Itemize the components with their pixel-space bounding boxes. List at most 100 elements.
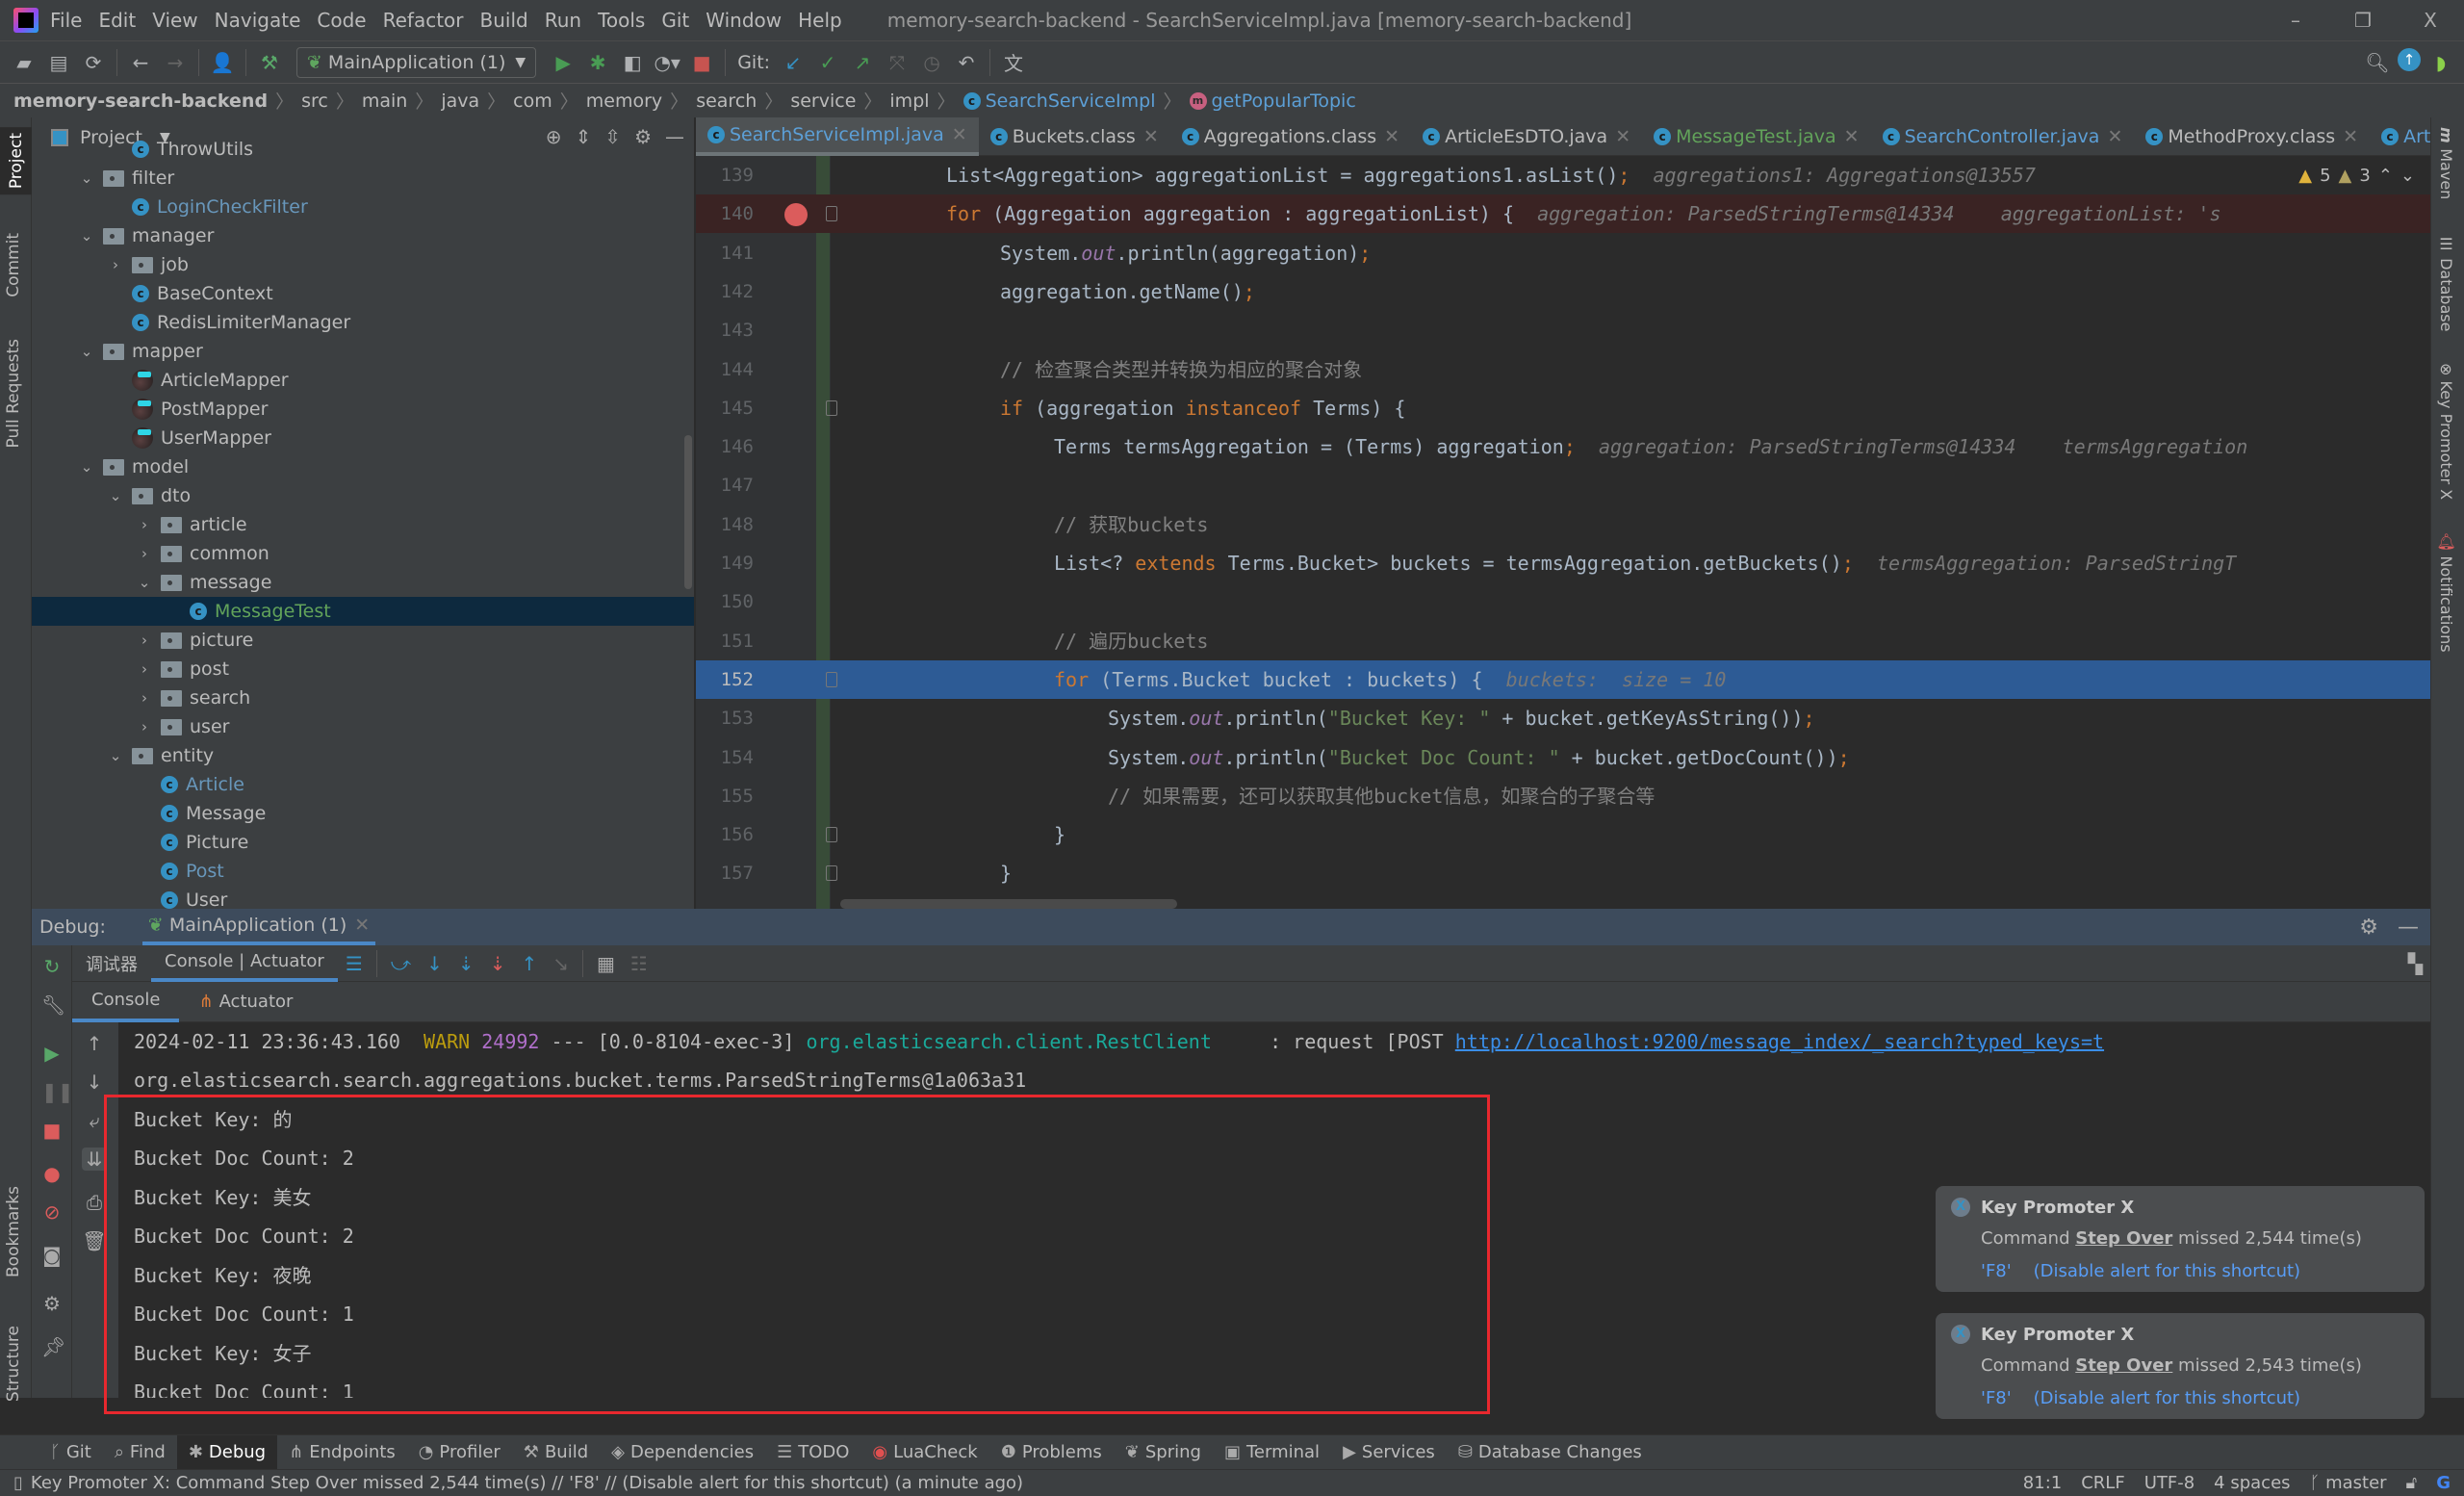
line-number[interactable]: 154: [696, 738, 754, 777]
tree-item[interactable]: ⌄ filter: [32, 164, 694, 193]
breadcrumb-method[interactable]: getPopularTopic: [1212, 90, 1356, 112]
minimize-button[interactable]: –: [2262, 0, 2329, 40]
tree-item[interactable]: ArticleMapper: [32, 366, 694, 395]
tree-item[interactable]: c MessageTest: [32, 597, 694, 626]
menu-build[interactable]: Build: [480, 9, 528, 32]
code-line[interactable]: 142 aggregation.getName();: [696, 272, 2430, 311]
line-number[interactable]: 143: [696, 311, 754, 349]
close-button[interactable]: X: [2397, 0, 2464, 40]
shortcut-link[interactable]: 'F8': [1981, 1261, 2012, 1281]
update-icon[interactable]: ↑: [2398, 47, 2421, 71]
git-update-icon[interactable]: ↙: [779, 48, 808, 77]
line-number[interactable]: 142: [696, 272, 754, 311]
menu-code[interactable]: Code: [317, 9, 366, 32]
close-tab-icon[interactable]: ✕: [2343, 126, 2358, 147]
editor-tab[interactable]: c ArticleEsDTO.java ✕: [1411, 117, 1642, 156]
subtab-actuator[interactable]: ⋔ Actuator: [179, 982, 312, 1022]
translate-icon[interactable]: 文: [999, 48, 1028, 77]
close-tab-icon[interactable]: ✕: [1143, 126, 1159, 147]
chevron-right-icon[interactable]: ›: [138, 660, 151, 678]
show-execution-point-icon[interactable]: ⤻: [391, 952, 411, 975]
open-folder-icon[interactable]: ▰: [10, 48, 38, 77]
tree-item[interactable]: › common: [32, 539, 694, 568]
tree-item[interactable]: c Post: [32, 857, 694, 886]
breadcrumb-item[interactable]: search: [696, 90, 757, 112]
code-line[interactable]: 156}: [696, 815, 2430, 854]
breadcrumb-item[interactable]: service: [790, 90, 856, 112]
force-step-into-icon[interactable]: ⇣: [490, 952, 506, 975]
code-line[interactable]: 141 System.out.println(aggregation);: [696, 234, 2430, 272]
line-number[interactable]: 153: [696, 699, 754, 737]
fold-marker-icon[interactable]: [826, 671, 837, 687]
code-line[interactable]: 143: [696, 311, 2430, 349]
lock-icon[interactable]: 🔓︎: [2406, 1473, 2418, 1493]
tree-item[interactable]: ⌄ model: [32, 452, 694, 481]
tool-git[interactable]: ᚴ Git: [38, 1435, 103, 1470]
editor-tab[interactable]: c MethodProxy.class ✕: [2134, 117, 2370, 156]
menu-tools[interactable]: Tools: [598, 9, 645, 32]
chevron-right-icon[interactable]: ›: [138, 689, 151, 707]
chevron-right-icon[interactable]: ›: [138, 718, 151, 735]
back-icon[interactable]: ←: [126, 48, 155, 77]
close-tab-icon[interactable]: ✕: [952, 124, 967, 145]
line-number[interactable]: 157: [696, 854, 754, 892]
shortcut-link[interactable]: 'F8': [1981, 1388, 2012, 1408]
view-breakpoints-icon[interactable]: ●: [41, 1162, 63, 1185]
tool-tab-bookmarks[interactable]: Bookmarks: [4, 1186, 23, 1277]
git-history-icon[interactable]: ◷: [917, 48, 946, 77]
close-tab-icon[interactable]: ✕: [1615, 126, 1630, 147]
editor-tab[interactable]: c Buckets.class ✕: [979, 117, 1170, 156]
tree-item[interactable]: ⌄ dto: [32, 481, 694, 510]
line-number[interactable]: 146: [696, 427, 754, 466]
line-number[interactable]: 145: [696, 389, 754, 427]
tree-item[interactable]: PostMapper: [32, 395, 694, 424]
tool-tab-key-promoter[interactable]: ⊗ Key Promoter X: [2437, 363, 2455, 500]
code-line[interactable]: 154 System.out.println("Bucket Doc Count:…: [696, 738, 2430, 777]
pin-icon[interactable]: 📌︎: [41, 1335, 65, 1358]
breadcrumb-item[interactable]: main: [362, 90, 407, 112]
line-number[interactable]: 149: [696, 544, 754, 582]
tool-spring[interactable]: ❦ Spring: [1114, 1435, 1213, 1470]
tool-tab-notifications[interactable]: 🔔︎ Notifications: [2437, 531, 2455, 653]
coverage-icon[interactable]: ◧: [618, 48, 647, 77]
line-number[interactable]: 151: [696, 622, 754, 660]
layout-icon[interactable]: ☰: [346, 952, 363, 975]
debug-session-tab[interactable]: ❦ MainApplication (1) ✕: [141, 909, 376, 945]
line-number[interactable]: 141: [696, 234, 754, 272]
git-push-icon[interactable]: ↗: [848, 48, 877, 77]
tool-tab-maven[interactable]: m Maven: [2437, 127, 2455, 199]
evaluate-expression-icon[interactable]: ▦: [597, 952, 615, 975]
search-icon[interactable]: 🔍︎: [2363, 48, 2392, 77]
tool-tab-structure[interactable]: Structure: [4, 1326, 23, 1402]
sync-icon[interactable]: ⟳: [79, 48, 108, 77]
previous-highlight-icon[interactable]: ⌃: [2378, 166, 2393, 186]
tool-tab-project[interactable]: Project: [0, 127, 33, 195]
trace-icon[interactable]: ☷: [630, 952, 648, 975]
tool-debug[interactable]: ✱ Debug: [176, 1434, 278, 1470]
tree-item[interactable]: › search: [32, 684, 694, 712]
menu-git[interactable]: Git: [661, 9, 689, 32]
code-line[interactable]: 150: [696, 582, 2430, 621]
rerun-icon[interactable]: ↻: [41, 955, 63, 978]
tree-item[interactable]: › article: [32, 510, 694, 539]
editor-horizontal-scrollbar[interactable]: [840, 899, 1177, 909]
step-out-icon[interactable]: ↑: [521, 952, 537, 975]
line-number[interactable]: 152: [696, 660, 754, 699]
tool-todo[interactable]: ☰ TODO: [765, 1435, 860, 1470]
disable-alert-link[interactable]: (Disable alert for this shortcut): [2034, 1388, 2300, 1408]
git-commit-icon[interactable]: ✓: [813, 48, 842, 77]
menu-navigate[interactable]: Navigate: [215, 9, 301, 32]
chevron-right-icon[interactable]: ›: [109, 256, 122, 273]
settings-icon[interactable]: ⚙: [41, 1292, 63, 1315]
code-with-me-icon[interactable]: ◗: [2426, 48, 2455, 77]
menu-view[interactable]: View: [152, 9, 197, 32]
tree-item[interactable]: › picture: [32, 626, 694, 655]
chevron-down-icon[interactable]: ⌄: [138, 574, 151, 591]
tree-item[interactable]: ⌄ mapper: [32, 337, 694, 366]
editor-tab[interactable]: c SearchController.java ✕: [1871, 117, 2135, 156]
build-hammer-icon[interactable]: ⚒: [255, 48, 284, 77]
chevron-down-icon[interactable]: ⌄: [80, 343, 93, 360]
breadcrumb-item[interactable]: java: [441, 90, 479, 112]
chevron-down-icon[interactable]: ⌄: [80, 169, 93, 187]
chevron-down-icon[interactable]: ⌄: [80, 458, 93, 476]
